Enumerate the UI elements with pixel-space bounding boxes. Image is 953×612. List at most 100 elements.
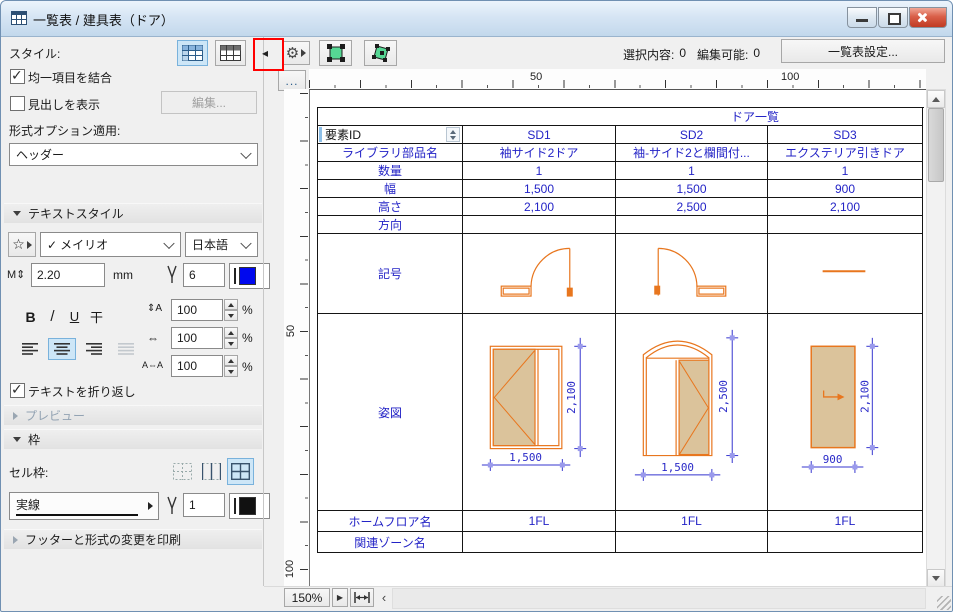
maximize-button[interactable] <box>878 7 908 28</box>
minimize-button[interactable] <box>847 7 877 28</box>
table-cell[interactable]: 900 <box>768 180 923 198</box>
horizontal-scrollbar[interactable] <box>392 588 926 609</box>
line-spacing-stepper[interactable] <box>224 299 238 321</box>
options-gear-button[interactable]: ⚙ <box>282 41 310 65</box>
table-cell[interactable] <box>616 216 768 234</box>
row-label-cell[interactable]: 記号 <box>318 234 463 314</box>
table-cell[interactable]: 1,500 <box>616 180 768 198</box>
black-color-chip <box>238 497 256 515</box>
elevation-cell-sd3[interactable]: 2,100 900 <box>768 314 923 511</box>
underline-button[interactable]: U <box>64 305 85 328</box>
fit-width-button[interactable] <box>350 588 374 607</box>
table-cell[interactable]: 袖-サイド2と欄間付... <box>616 144 768 162</box>
table-cell[interactable]: 1 <box>463 162 616 180</box>
zoom-menu-button[interactable]: ▶ <box>332 588 348 607</box>
schedule-canvas[interactable]: ドア一覧 要素ID SD1 SD2 SD3 ライブラリ部品名 袖サイド2ドア 袖… <box>309 89 927 587</box>
table-title-cell[interactable]: ドア一覧 <box>318 108 923 126</box>
section-footer-print[interactable]: フッターと形式の変更を印刷 <box>4 529 262 549</box>
schedule-settings-button[interactable]: 一覧表設定... <box>781 39 945 63</box>
text-pen-input[interactable]: 6 <box>183 263 225 287</box>
section-frame[interactable]: 枠 <box>4 429 262 449</box>
table-cell[interactable]: SD3 <box>768 126 923 144</box>
table-cell[interactable]: エクステリア引きドア <box>768 144 923 162</box>
text-size-input[interactable]: 2.20 <box>31 263 105 287</box>
table-cell[interactable]: 2,100 <box>463 198 616 216</box>
vertical-scroll-thumb[interactable] <box>928 108 944 182</box>
table-cell[interactable]: 1 <box>768 162 923 180</box>
line-type-select[interactable]: 実線 <box>9 492 159 520</box>
gear-icon: ⚙ <box>285 45 300 62</box>
scroll-up-button[interactable] <box>927 90 945 108</box>
table-cell[interactable]: 2,500 <box>616 198 768 216</box>
cell-frame-all-button[interactable] <box>227 458 254 485</box>
row-label-cell[interactable]: ライブラリ部品名 <box>318 144 463 162</box>
language-select[interactable]: 日本語 <box>185 232 258 257</box>
vertical-scrollbar[interactable] <box>926 89 946 588</box>
align-justify-button[interactable] <box>112 338 140 360</box>
merge-items-checkbox[interactable] <box>10 67 25 84</box>
align-center-button[interactable] <box>48 338 76 360</box>
table-cell[interactable]: 2,100 <box>768 198 923 216</box>
element-id-header-cell[interactable]: 要素ID <box>318 126 463 144</box>
section-preview[interactable]: プレビュー <box>4 405 262 425</box>
symbol-cell-sd1[interactable] <box>463 234 616 314</box>
cell-frame-none-button[interactable] <box>169 458 196 485</box>
cell-frame-vertical-button[interactable] <box>198 458 225 485</box>
symbol-cell-sd3[interactable] <box>768 234 923 314</box>
format-option-select[interactable]: ヘッダー <box>9 143 258 166</box>
wrap-text-label: テキストを折り返し <box>28 385 136 399</box>
table-cell[interactable] <box>616 532 768 553</box>
ruler-overflow-button[interactable]: ... <box>278 70 306 91</box>
edit-button[interactable]: 編集... <box>161 91 257 114</box>
show-heading-checkbox[interactable] <box>10 96 25 111</box>
table-cell[interactable]: 1FL <box>768 511 923 532</box>
width-factor-input[interactable]: 100 <box>171 327 223 349</box>
scroll-left-button[interactable]: ‹ <box>377 588 391 607</box>
section-text-style[interactable]: テキストスタイル <box>4 203 262 223</box>
line-spacing-input[interactable]: 100 <box>171 299 223 321</box>
italic-button[interactable]: / <box>42 305 63 328</box>
elevation-cell-sd2[interactable]: 2,500 1,500 <box>616 314 768 511</box>
table-cell[interactable]: 袖サイド2ドア <box>463 144 616 162</box>
scroll-down-button[interactable] <box>927 569 945 587</box>
table-cell[interactable]: 1 <box>616 162 768 180</box>
zoom-level-button[interactable]: 150% <box>284 588 330 607</box>
row-label-cell[interactable]: ホームフロア名 <box>318 511 463 532</box>
sort-spinner[interactable] <box>446 127 460 142</box>
select-elements-button[interactable] <box>319 40 352 66</box>
table-cell[interactable]: 1FL <box>463 511 616 532</box>
align-right-button[interactable] <box>80 338 108 360</box>
align-left-button[interactable] <box>16 338 44 360</box>
frame-pen-input[interactable]: 1 <box>183 493 225 517</box>
row-label-cell[interactable]: 関連ゾーン名 <box>318 532 463 553</box>
bold-button[interactable]: B <box>20 305 41 328</box>
symbol-cell-sd2[interactable] <box>616 234 768 314</box>
style-grid-detailed-button[interactable] <box>177 40 208 66</box>
row-label-cell[interactable]: 高さ <box>318 198 463 216</box>
resize-grip[interactable] <box>937 596 951 610</box>
table-cell[interactable] <box>463 216 616 234</box>
table-cell[interactable] <box>768 216 923 234</box>
table-cell[interactable]: 1,500 <box>463 180 616 198</box>
row-label-cell[interactable]: 幅 <box>318 180 463 198</box>
table-cell[interactable]: 1FL <box>616 511 768 532</box>
favorites-star-button[interactable]: ☆ <box>8 232 36 257</box>
table-cell[interactable] <box>768 532 923 553</box>
row-label-cell[interactable]: 数量 <box>318 162 463 180</box>
font-select[interactable]: ✓ メイリオ <box>40 232 181 257</box>
char-spacing-input[interactable]: 100 <box>171 355 223 377</box>
row-label-cell[interactable]: 方向 <box>318 216 463 234</box>
row-label-cell[interactable]: 姿図 <box>318 314 463 511</box>
table-cell[interactable]: SD1 <box>463 126 616 144</box>
width-factor-stepper[interactable] <box>224 327 238 349</box>
table-cell[interactable]: SD2 <box>616 126 768 144</box>
elevation-cell-sd1[interactable]: 2,100 1,500 <box>463 314 616 511</box>
selection-label: 選択内容: <box>623 48 675 62</box>
wrap-text-checkbox[interactable] <box>10 381 25 398</box>
style-grid-plain-button[interactable] <box>215 40 246 66</box>
table-cell[interactable] <box>463 532 616 553</box>
strikethrough-button[interactable]: 干 <box>86 305 107 328</box>
char-spacing-stepper[interactable] <box>224 355 238 377</box>
edit-geometry-button[interactable] <box>364 40 397 66</box>
close-button[interactable] <box>909 7 947 28</box>
